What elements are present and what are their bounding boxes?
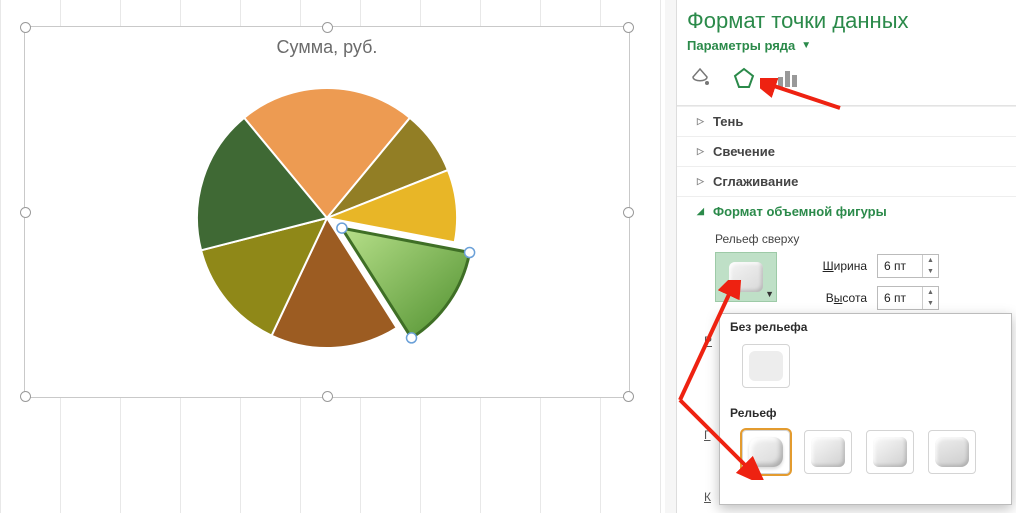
series-options-label: Параметры ряда bbox=[687, 38, 795, 53]
bevel-height-label: Высота bbox=[807, 291, 867, 305]
bevel-option-1[interactable] bbox=[742, 430, 790, 474]
bevel-preview-icon bbox=[729, 262, 763, 292]
bevel-icon bbox=[811, 437, 845, 467]
section-label: Свечение bbox=[713, 144, 775, 159]
section-soft-edges[interactable]: ▷ Сглаживание bbox=[677, 166, 1016, 196]
pane-tabs bbox=[677, 59, 1016, 106]
resize-handle[interactable] bbox=[623, 391, 634, 402]
input-value: 6 пт bbox=[878, 259, 906, 273]
chevron-down-icon: ▼ bbox=[801, 40, 811, 51]
bevel-gallery-popup: Без рельефа Рельеф bbox=[719, 313, 1012, 505]
expand-icon: ▷ bbox=[697, 176, 707, 187]
bevel-option-4[interactable] bbox=[928, 430, 976, 474]
spin-up-icon[interactable]: ▲ bbox=[923, 287, 938, 298]
resize-handle[interactable] bbox=[322, 22, 333, 33]
bevel-width-input[interactable]: 6 пт ▲▼ bbox=[877, 254, 939, 278]
input-value: 6 пт bbox=[878, 291, 906, 305]
truncated-label: Г bbox=[704, 428, 711, 442]
collapse-icon: ◢ bbox=[697, 206, 707, 217]
resize-handle[interactable] bbox=[20, 391, 31, 402]
bevel-icon bbox=[873, 437, 907, 467]
bevel-option-none[interactable] bbox=[742, 344, 790, 388]
spin-down-icon[interactable]: ▼ bbox=[923, 298, 938, 309]
series-options-tab-icon[interactable] bbox=[775, 65, 801, 91]
gallery-heading-no-bevel: Без рельефа bbox=[720, 314, 1011, 340]
expand-icon: ▷ bbox=[697, 116, 707, 127]
bevel-width-label: Ширина bbox=[807, 259, 867, 273]
truncated-label: К bbox=[704, 490, 711, 504]
chevron-down-icon: ▼ bbox=[765, 289, 774, 299]
series-options-dropdown[interactable]: Параметры ряда ▼ bbox=[677, 34, 1016, 59]
fill-line-tab-icon[interactable] bbox=[687, 65, 713, 91]
resize-handle[interactable] bbox=[20, 22, 31, 33]
bevel-option-3[interactable] bbox=[866, 430, 914, 474]
effects-tab-icon[interactable] bbox=[731, 65, 757, 91]
chart-frame[interactable]: Сумма, руб. bbox=[24, 26, 630, 398]
section-shadow[interactable]: ▷ Тень bbox=[677, 106, 1016, 136]
spin-up-icon[interactable]: ▲ bbox=[923, 255, 938, 266]
bevel-option-2[interactable] bbox=[804, 430, 852, 474]
worksheet-area: Сумма, руб. bbox=[0, 0, 665, 513]
chart-title[interactable]: Сумма, руб. bbox=[25, 37, 629, 58]
gallery-heading-bevel: Рельеф bbox=[720, 400, 1011, 426]
top-bevel-picker[interactable]: ▼ bbox=[715, 252, 777, 302]
selection-handle[interactable] bbox=[337, 223, 347, 233]
section-label: Сглаживание bbox=[713, 174, 798, 189]
resize-handle[interactable] bbox=[623, 22, 634, 33]
section-3d-format[interactable]: ◢ Формат объемной фигуры bbox=[677, 196, 1016, 226]
selection-handle[interactable] bbox=[465, 248, 475, 258]
pie-chart[interactable] bbox=[25, 58, 629, 378]
selection-handle[interactable] bbox=[407, 333, 417, 343]
section-glow[interactable]: ▷ Свечение bbox=[677, 136, 1016, 166]
section-label: Формат объемной фигуры bbox=[713, 204, 887, 219]
top-bevel-label: Рельеф сверху bbox=[677, 226, 1016, 250]
resize-handle[interactable] bbox=[322, 391, 333, 402]
spin-down-icon[interactable]: ▼ bbox=[923, 266, 938, 277]
expand-icon: ▷ bbox=[697, 146, 707, 157]
bevel-icon bbox=[935, 437, 969, 467]
section-label: Тень bbox=[713, 114, 743, 129]
bevel-icon bbox=[749, 351, 783, 381]
truncated-label: Р bbox=[704, 334, 712, 348]
pane-title: Формат точки данных bbox=[677, 2, 1016, 34]
bevel-icon bbox=[749, 437, 783, 467]
bevel-height-input[interactable]: 6 пт ▲▼ bbox=[877, 286, 939, 310]
